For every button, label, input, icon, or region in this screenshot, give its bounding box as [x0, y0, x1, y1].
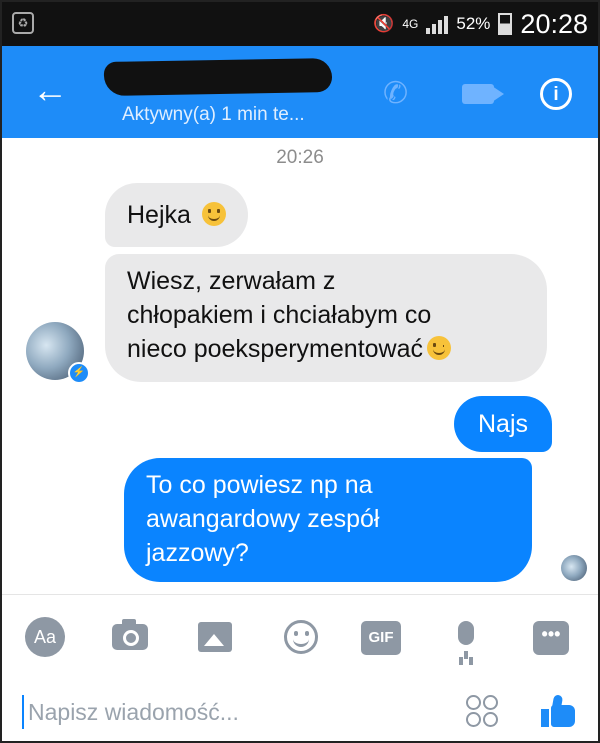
active-status: Aktywny(a) 1 min te...	[122, 104, 305, 125]
message-line: chłopakiem i chciałabym co	[127, 301, 432, 329]
status-icons: 🔇 4G 52% 20:28	[373, 8, 588, 40]
messenger-badge-icon: ⚡	[68, 362, 90, 384]
message-line: nieco poeksperymentować	[127, 335, 423, 363]
message-timestamp: 20:26	[276, 147, 324, 168]
status-bar: ♻ 🔇 4G 52% 20:28	[2, 2, 598, 46]
message-text: Hejka	[127, 201, 191, 229]
message-line: jazzowy?	[146, 539, 249, 567]
incoming-message[interactable]: Hejka	[105, 183, 248, 247]
recycle-icon: ♻	[12, 12, 34, 34]
stickers-icon[interactable]	[466, 693, 500, 731]
seen-indicator-avatar	[561, 555, 587, 581]
message-text: Najs	[478, 410, 529, 438]
smile-emoji-icon	[201, 202, 226, 227]
camera-icon[interactable]	[112, 619, 148, 650]
wink-emoji-icon	[427, 336, 451, 361]
incoming-message[interactable]: Wiesz, zerwałam z chłopakiem i chciałaby…	[105, 254, 547, 382]
thumbs-up-icon[interactable]	[541, 694, 575, 727]
battery-icon	[498, 13, 513, 35]
conversation-header: ← Aktywny(a) 1 min te... ✆ i	[2, 46, 598, 138]
text-format-button[interactable]: Aa	[25, 617, 65, 657]
message-line: To co powiesz np na	[146, 471, 373, 499]
phone-call-icon[interactable]: ✆	[383, 76, 419, 112]
info-icon[interactable]: i	[540, 78, 572, 110]
message-input[interactable]: Napisz wiadomość...	[22, 695, 458, 729]
back-arrow-icon[interactable]: ←	[32, 72, 68, 108]
message-line: Wiesz, zerwałam z	[127, 267, 336, 295]
video-call-icon[interactable]	[462, 84, 504, 104]
battery-percent: 52%	[456, 14, 491, 33]
messenger-screen: ♻ 🔇 4G 52% 20:28 ← Aktywny(a) 1 min te..…	[0, 0, 600, 743]
network-type: 4G	[402, 17, 419, 31]
message-line: awangardowy zespół	[146, 505, 380, 533]
contact-name-redacted[interactable]	[103, 58, 333, 96]
signal-icon	[426, 14, 449, 34]
mute-icon: 🔇	[373, 14, 395, 33]
gif-button[interactable]: GIF	[361, 621, 401, 655]
message-composer: Aa GIF ••• Napisz wiadomość...	[2, 594, 598, 741]
more-options-button[interactable]: •••	[533, 621, 569, 655]
outgoing-message[interactable]: Najs	[454, 396, 553, 452]
outgoing-message[interactable]: To co powiesz np na awangardowy zespół j…	[124, 458, 532, 582]
emoji-icon[interactable]	[284, 620, 318, 654]
clock: 20:28	[520, 8, 588, 39]
gallery-icon[interactable]	[198, 622, 232, 652]
microphone-icon[interactable]	[458, 621, 474, 659]
